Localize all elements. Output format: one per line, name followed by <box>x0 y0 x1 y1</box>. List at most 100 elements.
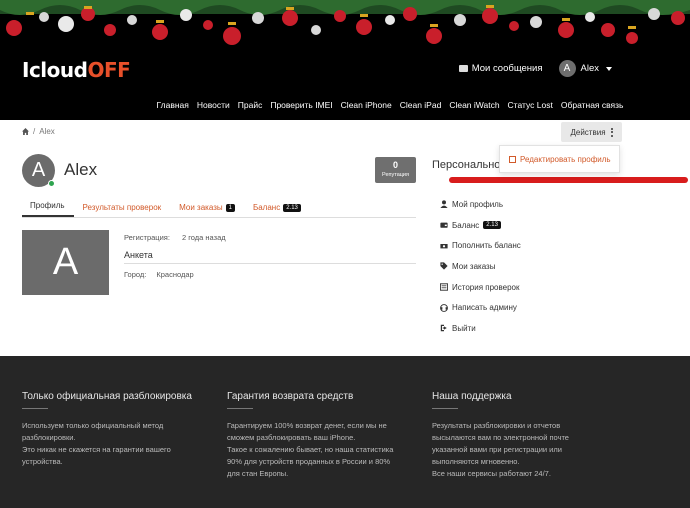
site-header: IcloudOFF Мои сообщения A Alex Главная Н… <box>0 0 690 120</box>
sidebar-item-label: История проверок <box>452 282 520 292</box>
tab-label: Баланс <box>252 203 281 212</box>
sidebar-item-check-history[interactable]: История проверок <box>440 277 521 298</box>
footer-divider <box>22 408 48 409</box>
nav-item-clean-iphone[interactable]: Clean iPhone <box>337 100 396 110</box>
sidebar-item-label: Выйти <box>452 323 476 333</box>
footer-line: для стан Европы. <box>227 469 289 478</box>
footer-line: высылаются вам по электронной почте <box>432 433 569 442</box>
footer-line: 90% для устройств проданных в России и 8… <box>227 457 391 466</box>
tab-label: Результаты проверок <box>82 203 162 212</box>
sidebar-item-label: Написать админу <box>452 303 517 313</box>
footer-column-text: Результаты разблокировки и отчетов высыл… <box>432 420 622 480</box>
user-avatar: A <box>558 60 576 77</box>
sidebar-item-my-profile[interactable]: Мой профиль <box>440 194 521 215</box>
breadcrumb-current: Alex <box>39 127 55 136</box>
profile-tabs: Профиль Результаты проверок Мои заказы 1 … <box>22 198 416 218</box>
site-footer: Только официальная разблокировка Использ… <box>0 356 690 508</box>
sidebar-item-label: Мои заказы <box>452 261 496 271</box>
christmas-garland-decoration <box>0 0 690 45</box>
messages-link[interactable]: Мои сообщения <box>458 63 543 74</box>
footer-line: Гарантируем 100% возврат денег, если мы … <box>227 421 387 430</box>
footer-line: Такое к сожалению бывает, но наша статис… <box>227 445 394 454</box>
reputation-label: Репутация <box>382 172 409 178</box>
footer-line: выполняются мгновенно. <box>432 457 520 466</box>
nav-item-status-lost[interactable]: Статус Lost <box>504 100 557 110</box>
support-icon <box>440 303 448 312</box>
tab-my-orders[interactable]: Мои заказы 1 <box>170 198 244 217</box>
city-row: Город: Краснодар <box>124 270 194 279</box>
money-icon <box>440 242 448 250</box>
balance-badge: 2.13 <box>283 203 301 212</box>
footer-column-text: Гарантируем 100% возврат денег, если мы … <box>227 420 427 480</box>
nav-item-price[interactable]: Прайс <box>234 100 267 110</box>
sidebar-item-write-admin[interactable]: Написать админу <box>440 297 521 318</box>
balance-badge: 2.13 <box>483 221 501 230</box>
profile-name: Alex <box>64 160 98 179</box>
footer-line: сможем разблокировать ваш iPhone. <box>227 433 356 442</box>
footer-column-title: Наша поддержка <box>432 391 512 402</box>
nav-item-check-imei[interactable]: Проверить IMEI <box>266 100 336 110</box>
sidebar-item-my-orders[interactable]: Мои заказы <box>440 256 521 277</box>
sidebar-item-label: Мой профиль <box>452 199 504 209</box>
nav-item-news[interactable]: Новости <box>193 100 234 110</box>
main-nav: Главная Новости Прайс Проверить IMEI Cle… <box>0 100 690 110</box>
vertical-dots-icon <box>610 127 613 137</box>
actions-button[interactable]: Действия <box>561 122 622 142</box>
footer-column-official: Только официальная разблокировка Использ… <box>22 391 212 468</box>
registration-value: 2 года назад <box>181 233 226 242</box>
user-icon <box>440 200 448 209</box>
tab-label: Профиль <box>30 201 65 210</box>
nav-item-home[interactable]: Главная <box>153 100 193 110</box>
registration-label: Регистрация: <box>124 233 170 242</box>
user-menu[interactable]: A Alex <box>558 60 612 77</box>
tab-check-results[interactable]: Результаты проверок <box>74 198 171 217</box>
footer-line: Используем только официальный метод <box>22 421 164 430</box>
messages-label: Мои сообщения <box>471 63 543 74</box>
footer-column-text: Используем только официальный метод разб… <box>22 420 212 468</box>
sidebar-menu: Мой профиль Баланс 2.13 Пополнить баланс… <box>440 194 521 339</box>
footer-column-title: Только официальная разблокировка <box>22 391 192 402</box>
online-status-dot <box>48 180 55 187</box>
breadcrumb-separator: / <box>33 127 36 136</box>
nav-item-clean-ipad[interactable]: Clean iPad <box>396 100 446 110</box>
footer-line: Результаты разблокировки и отчетов <box>432 421 561 430</box>
footer-line: Все наши сервисы работают 24/7. <box>432 469 551 478</box>
orders-count-badge: 1 <box>225 203 235 212</box>
edit-profile-link[interactable]: Редактировать профиль <box>520 155 611 164</box>
city-label: Город: <box>124 270 147 279</box>
reputation-box: 0 Репутация <box>375 157 416 183</box>
home-icon[interactable] <box>22 128 29 135</box>
footer-line: указанной вами при регистрации или <box>432 445 562 454</box>
footer-line: устройства. <box>22 457 63 466</box>
registration-row: Регистрация: 2 года назад <box>124 233 226 242</box>
footer-line: разблокировки. <box>22 433 76 442</box>
sidebar-item-balance[interactable]: Баланс 2.13 <box>440 215 521 236</box>
highlight-bar <box>449 177 688 183</box>
logo-text: Icloud <box>22 58 88 82</box>
profile-photo: A <box>22 230 109 295</box>
sidebar-item-top-up[interactable]: Пополнить баланс <box>440 235 521 256</box>
reputation-value: 0 <box>392 160 398 170</box>
city-value: Краснодар <box>156 270 194 279</box>
sidebar-item-label: Пополнить баланс <box>452 241 521 251</box>
edit-icon <box>509 155 516 163</box>
caret-down-icon <box>606 66 612 71</box>
sidebar-item-label: Баланс <box>452 220 480 230</box>
sidebar-title: Персональное <box>432 159 507 171</box>
list-icon <box>440 283 448 291</box>
footer-divider <box>227 408 253 409</box>
footer-column-refund: Гарантия возврата средств Гарантируем 10… <box>227 391 427 480</box>
wallet-icon <box>440 221 448 229</box>
user-name: Alex <box>580 63 599 74</box>
tab-label: Мои заказы <box>179 203 223 212</box>
nav-item-feedback[interactable]: Обратная связь <box>557 100 628 110</box>
tab-balance[interactable]: Баланс 2.13 <box>244 198 310 217</box>
logout-icon <box>440 324 448 332</box>
logo-accent-text: OFF <box>87 58 131 82</box>
sidebar-item-logout[interactable]: Выйти <box>440 318 521 339</box>
nav-item-clean-iwatch[interactable]: Clean iWatch <box>445 100 503 110</box>
tab-profile[interactable]: Профиль <box>22 198 74 217</box>
tag-icon <box>440 262 448 271</box>
footer-divider <box>432 408 458 409</box>
site-logo[interactable]: IcloudOFF <box>22 58 131 82</box>
